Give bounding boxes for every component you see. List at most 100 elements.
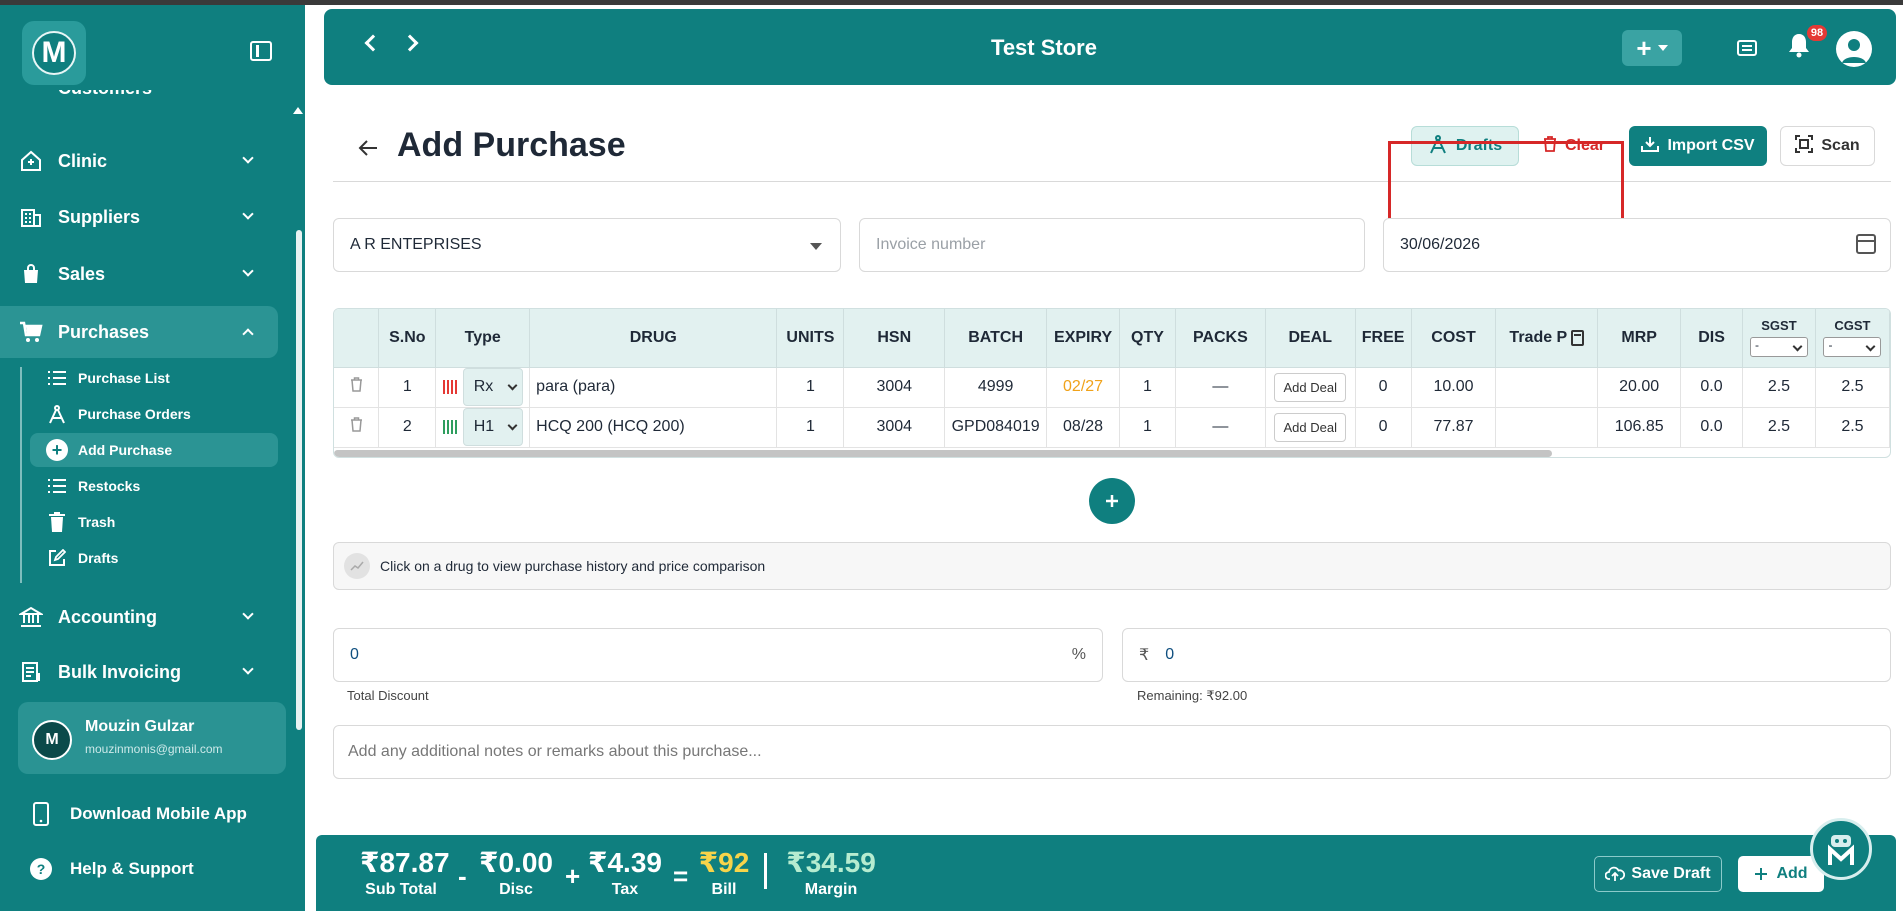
drug-cell[interactable]: para (para): [529, 367, 778, 408]
minus-operator: -: [458, 861, 467, 891]
quick-create-button[interactable]: +: [1622, 30, 1682, 66]
free-cell[interactable]: 0: [1355, 407, 1412, 448]
mrp-cell[interactable]: 106.85: [1597, 407, 1682, 448]
chevron-up-icon: [242, 328, 254, 340]
calendar-icon[interactable]: [1856, 234, 1876, 254]
download-mobile-app-link[interactable]: Download Mobile App: [28, 801, 247, 827]
user-profile-card[interactable]: M Mouzin Gulzar mouzinmonis@gmail.com: [18, 702, 286, 774]
expiry-cell[interactable]: 02/27: [1046, 367, 1121, 408]
sidebar-subitem-restocks[interactable]: Restocks: [30, 469, 278, 503]
trade-price-cell[interactable]: [1495, 407, 1599, 448]
discount-cell[interactable]: 0.0: [1680, 367, 1743, 408]
sidebar-subitem-drafts[interactable]: Drafts: [30, 541, 278, 575]
sidebar-item-customers[interactable]: Customers: [0, 90, 280, 110]
scan-button[interactable]: Scan: [1780, 126, 1875, 166]
drug-cell[interactable]: HCQ 200 (HCQ 200): [529, 407, 778, 448]
submenu-guide-line: [20, 367, 22, 583]
chevron-down-icon: [507, 380, 518, 390]
sgst-cell[interactable]: 2.5: [1742, 367, 1816, 408]
table-row[interactable]: 1 Rx para (para) 1 3004 4999 02/27 1 — A…: [334, 367, 1890, 408]
cgst-rate-select[interactable]: -: [1823, 337, 1882, 358]
table-horizontal-scrollbar[interactable]: [334, 450, 1552, 457]
page-back-icon[interactable]: [358, 136, 378, 164]
cgst-cell[interactable]: 2.5: [1815, 367, 1890, 408]
equals-operator: =: [673, 861, 689, 891]
user-avatar-icon[interactable]: [1836, 31, 1872, 67]
trade-price-cell[interactable]: [1495, 367, 1599, 408]
sidebar-item-accounting[interactable]: Accounting: [0, 592, 280, 642]
sidebar-item-clinic[interactable]: Clinic: [0, 136, 280, 186]
column-header: Type: [435, 309, 531, 368]
sidebar-subitem-trash[interactable]: Trash: [30, 505, 278, 539]
mrp-cell[interactable]: 20.00: [1597, 367, 1682, 408]
qty-cell[interactable]: 1: [1119, 367, 1176, 408]
keyboard-icon[interactable]: [1737, 40, 1757, 56]
discount-cell[interactable]: 0.0: [1680, 407, 1743, 448]
remaining-amount-input[interactable]: ₹ 0: [1122, 628, 1891, 682]
units-cell[interactable]: 1: [776, 407, 845, 448]
trash-icon[interactable]: [350, 417, 363, 436]
trash-icon[interactable]: [350, 377, 363, 396]
expiry-cell[interactable]: 08/28: [1046, 407, 1121, 448]
delete-row-cell[interactable]: [334, 407, 380, 448]
cost-cell[interactable]: 10.00: [1411, 367, 1497, 408]
help-icon: ?: [28, 856, 54, 882]
sgst-rate-select[interactable]: -: [1749, 337, 1808, 358]
batch-cell[interactable]: GPD084019: [944, 407, 1048, 448]
add-deal-button[interactable]: Add Deal: [1274, 372, 1346, 402]
free-cell[interactable]: 0: [1355, 367, 1412, 408]
column-header-cgst: CGST -: [1815, 309, 1890, 368]
sidebar-collapse-icon[interactable]: [250, 41, 272, 61]
supplier-select[interactable]: A R ENTEPRISES: [333, 218, 841, 272]
column-header-actions: [334, 309, 380, 368]
import-csv-button[interactable]: Import CSV: [1629, 126, 1767, 166]
type-select[interactable]: Rx: [462, 368, 523, 406]
supplier-value: A R ENTEPRISES: [350, 236, 482, 253]
sidebar-subitem-label: Restocks: [78, 478, 141, 494]
hsn-cell[interactable]: 3004: [843, 367, 946, 408]
calculator-icon[interactable]: [1571, 329, 1585, 346]
sidebar-subitem-add-purchase[interactable]: + Add Purchase: [30, 433, 278, 467]
cgst-cell[interactable]: 2.5: [1815, 407, 1890, 448]
highlight-annotation-box: [1388, 141, 1624, 222]
table-header-row: S.No Type DRUG UNITS HSN BATCH EXPIRY QT…: [334, 309, 1890, 368]
sidebar-item-purchases[interactable]: Purchases: [0, 306, 278, 358]
save-draft-button[interactable]: Save Draft: [1594, 856, 1722, 892]
add-row-button[interactable]: [1089, 478, 1135, 524]
remaining-label: Remaining: ₹92.00: [1137, 688, 1248, 703]
sidebar-scrollbar[interactable]: [296, 230, 302, 730]
batch-cell[interactable]: 4999: [944, 367, 1048, 408]
schedule-barcode-icon: [442, 380, 459, 394]
sgst-cell[interactable]: 2.5: [1742, 407, 1816, 448]
table-row[interactable]: 2 H1 HCQ 200 (HCQ 200) 1 3004 GPD084019 …: [334, 407, 1890, 448]
sidebar-item-suppliers[interactable]: Suppliers: [0, 192, 280, 242]
add-deal-button[interactable]: Add Deal: [1274, 412, 1346, 442]
notes-textarea[interactable]: Add any additional notes or remarks abou…: [333, 725, 1891, 779]
app-logo[interactable]: M: [22, 21, 86, 85]
sidebar-subitem-purchase-orders[interactable]: Purchase Orders: [30, 397, 278, 431]
total-discount-input[interactable]: 0 %: [333, 628, 1103, 682]
assistant-bot-icon[interactable]: [1810, 818, 1872, 880]
sidebar-subitem-purchase-list[interactable]: Purchase List: [30, 361, 278, 395]
sidebar-item-bulk-invoicing[interactable]: Bulk Invoicing: [0, 647, 280, 697]
sidebar-item-sales[interactable]: Sales: [0, 249, 280, 299]
packs-cell: —: [1175, 367, 1266, 408]
delete-row-cell[interactable]: [334, 367, 380, 408]
subtotal-value: ₹87.87: [360, 847, 450, 878]
add-purchase-button[interactable]: Add: [1738, 856, 1824, 892]
bank-icon: [18, 604, 44, 630]
hsn-cell[interactable]: 3004: [843, 407, 946, 448]
cost-cell[interactable]: 77.87: [1411, 407, 1497, 448]
logo-letter: M: [32, 31, 76, 75]
column-header: PACKS: [1175, 309, 1266, 368]
type-select[interactable]: H1: [462, 408, 523, 446]
sidebar-scroll-up-icon[interactable]: [293, 107, 303, 114]
save-draft-label: Save Draft: [1631, 865, 1711, 882]
scan-icon: [1795, 134, 1814, 158]
cart-icon: [18, 319, 44, 345]
units-cell[interactable]: 1: [776, 367, 845, 408]
invoice-number-input[interactable]: Invoice number: [859, 218, 1365, 272]
help-support-link[interactable]: ? Help & Support: [28, 856, 194, 882]
invoice-date-input[interactable]: 30/06/2026: [1383, 218, 1891, 272]
qty-cell[interactable]: 1: [1119, 407, 1176, 448]
